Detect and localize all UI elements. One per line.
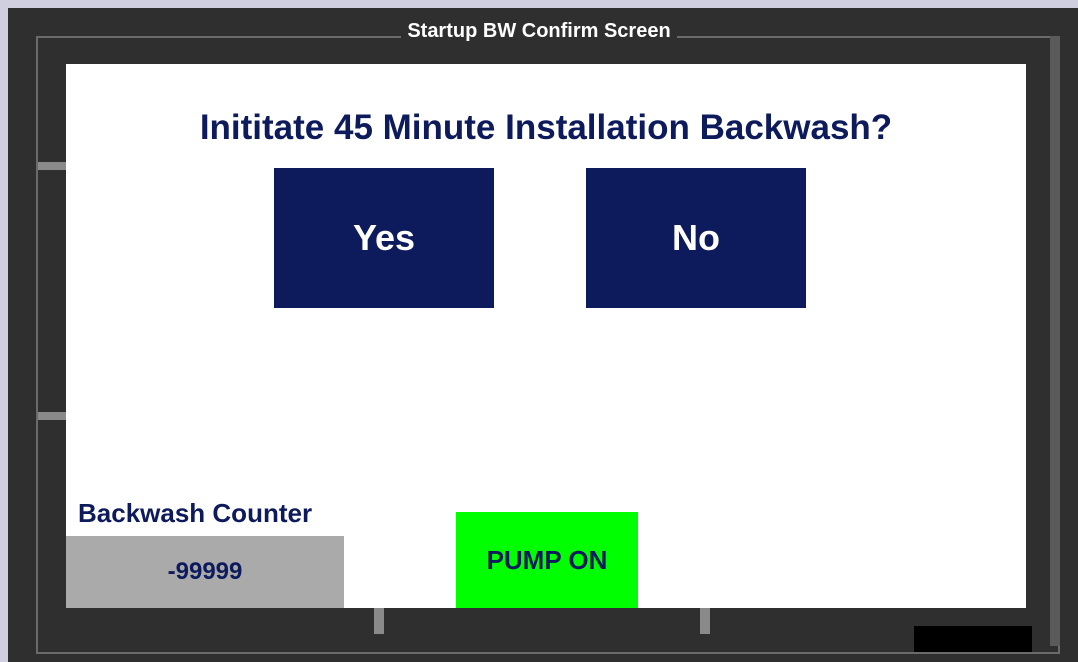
pump-status-label: PUMP ON [486,544,608,575]
no-button[interactable]: No [586,168,806,308]
backwash-counter-value: -99999 [167,558,243,585]
backwash-counter-display: -99999 [66,536,344,608]
right-rail [1050,36,1060,646]
frame-tick [700,608,710,634]
frame-tick [374,608,384,634]
window-title-bar: Startup BW Confirm Screen [0,20,1078,43]
status-block [914,626,1032,652]
backwash-counter-label: Backwash Counter [78,498,313,529]
window-title: Startup BW Confirm Screen [401,20,677,42]
yes-button-label: Yes [352,217,416,258]
frame-tick [38,162,66,170]
frame-tick [38,412,66,420]
no-button-label: No [672,217,720,258]
confirm-question: Inititate 45 Minute Installation Backwas… [199,108,893,147]
yes-button[interactable]: Yes [274,168,494,308]
pump-status-indicator: PUMP ON [456,512,638,608]
